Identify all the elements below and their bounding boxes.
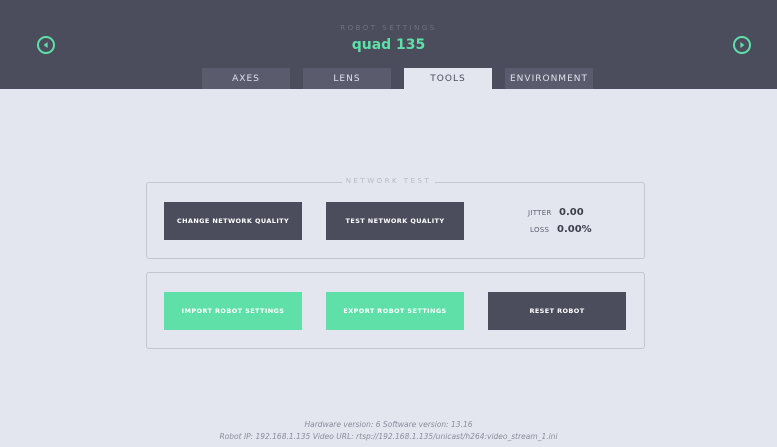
reset-robot-button[interactable]: RESET ROBOT xyxy=(488,292,626,330)
tab-environment[interactable]: ENVIRONMENT xyxy=(505,68,593,89)
jitter-label: JITTER xyxy=(528,209,552,217)
header-bar: ROBOT SETTINGS quad 135 AXES LENS TOOLS … xyxy=(0,0,777,89)
network-test-legend: NETWORK TEST xyxy=(0,177,777,185)
robot-connection-info: Robot IP: 192.168.1.135 Video URL: rtsp:… xyxy=(219,432,558,441)
tab-tools[interactable]: TOOLS xyxy=(404,68,492,89)
header-subtitle: ROBOT SETTINGS xyxy=(340,24,437,32)
robot-name-title: quad 135 xyxy=(351,37,426,53)
tab-lens[interactable]: LENS xyxy=(303,68,391,89)
change-network-quality-button[interactable]: CHANGE NETWORK QUALITY xyxy=(164,202,302,240)
import-robot-settings-button[interactable]: IMPORT ROBOT SETTINGS xyxy=(164,292,302,330)
loss-label: LOSS xyxy=(530,226,550,234)
export-robot-settings-button[interactable]: EXPORT ROBOT SETTINGS xyxy=(326,292,464,330)
next-robot-button[interactable] xyxy=(733,36,751,54)
loss-value: 0.00% xyxy=(557,224,592,235)
jitter-value: 0.00 xyxy=(559,207,584,218)
tab-axes[interactable]: AXES xyxy=(202,68,290,89)
network-test-legend-text: NETWORK TEST xyxy=(341,177,436,185)
chevron-right-icon xyxy=(740,42,745,48)
test-network-quality-button[interactable]: TEST NETWORK QUALITY xyxy=(326,202,464,240)
version-info: Hardware version: 6 Software version: 13… xyxy=(304,420,473,429)
